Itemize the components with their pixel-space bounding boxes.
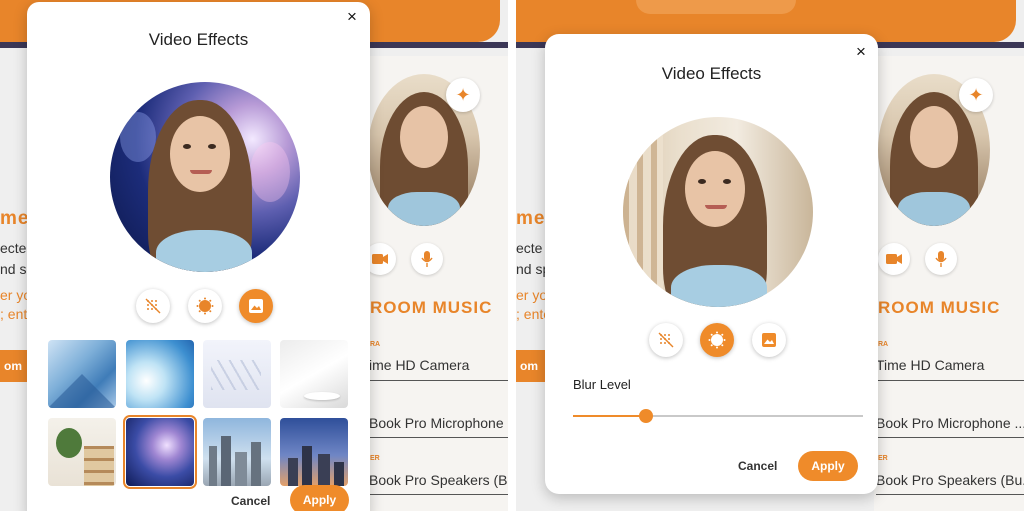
camera-select-value[interactable]: Time HD Camera: [876, 357, 984, 373]
cancel-button[interactable]: Cancel: [231, 494, 270, 508]
close-button[interactable]: ×: [342, 7, 362, 27]
sparkle-icon: ✦: [455, 85, 471, 105]
speaker-select-value[interactable]: Book Pro Speakers (Bu...: [369, 472, 508, 488]
background-thumbnail[interactable]: [126, 340, 194, 408]
microphone-select-value[interactable]: Book Pro Microphone ...: [876, 415, 1024, 431]
select-underline: [876, 380, 1024, 381]
sparkle-icon: ✦: [968, 85, 984, 105]
no-effect-button[interactable]: [649, 323, 683, 357]
select-underline: [369, 380, 508, 381]
section-title: ROOM MUSIC: [878, 298, 1001, 317]
video-effects-modal: Video Effects × Cancel Apply: [27, 2, 370, 511]
microphone-select-value[interactable]: Book Pro Microphone ...: [369, 415, 508, 431]
effect-preview: [110, 82, 300, 272]
microphone-icon: [421, 251, 433, 267]
no-effect-icon: [145, 298, 161, 314]
video-effects-modal: Video Effects × Blur Level Cancel Apply: [545, 34, 878, 494]
background-thumbnail[interactable]: [203, 340, 271, 408]
close-icon: ×: [347, 7, 357, 26]
video-effects-button[interactable]: ✦: [446, 78, 480, 112]
page-text-fragment: ecte: [0, 240, 27, 256]
close-button[interactable]: ×: [851, 42, 871, 62]
page-hint-fragment: ; ent: [0, 306, 28, 322]
microphone-toggle-button[interactable]: [925, 243, 957, 275]
select-underline: [876, 494, 1024, 495]
device-label: ER: [878, 455, 888, 462]
select-underline: [369, 494, 508, 495]
blur-effect-button[interactable]: [700, 323, 734, 357]
blur-level-thumb[interactable]: [638, 409, 653, 423]
modal-title: Video Effects: [148, 30, 249, 49]
device-label: ER: [370, 455, 380, 462]
right-screenshot-panel: me ecte nd sp er yo ; ente om ✦ ROOM MUS…: [516, 0, 1024, 511]
apply-button[interactable]: Apply: [798, 451, 858, 481]
camera-toggle-button[interactable]: [878, 243, 910, 275]
select-underline: [369, 437, 508, 438]
apply-button[interactable]: Apply: [290, 485, 349, 511]
no-effect-icon: [658, 332, 674, 348]
image-icon: [249, 299, 263, 313]
page-heading-fragment: me: [516, 208, 546, 229]
background-thumbnail[interactable]: [280, 340, 348, 408]
video-camera-icon: [372, 254, 388, 264]
speaker-select-value[interactable]: Book Pro Speakers (Bu...: [876, 472, 1024, 488]
image-icon: [762, 333, 776, 347]
microphone-toggle-button[interactable]: [411, 243, 443, 275]
effect-preview: [623, 117, 813, 307]
background-thumbnail-selected[interactable]: [123, 415, 197, 489]
video-camera-icon: [886, 254, 902, 264]
page-hint-fragment: er yo: [516, 287, 548, 303]
blur-icon: [708, 331, 726, 349]
section-title: ROOM MUSIC: [370, 298, 493, 317]
background-effect-button[interactable]: [239, 289, 273, 323]
cancel-button[interactable]: Cancel: [738, 459, 777, 473]
panel-divider: [508, 0, 516, 511]
blur-level-slider[interactable]: [573, 409, 863, 423]
blur-icon: [196, 297, 214, 315]
background-thumbnail[interactable]: [280, 418, 348, 486]
device-label: RA: [370, 341, 381, 348]
background-thumbnail[interactable]: [48, 418, 116, 486]
microphone-icon: [935, 251, 947, 267]
blur-level-label: Blur Level: [573, 377, 631, 392]
device-label: RA: [878, 341, 889, 348]
left-screenshot-panel: me ecte nd s er yo ; ent om ✦ ROOM MUSIC…: [0, 0, 508, 511]
blur-effect-button[interactable]: [188, 289, 222, 323]
background-thumbnail[interactable]: [203, 418, 271, 486]
no-effect-button[interactable]: [136, 289, 170, 323]
camera-select-value[interactable]: ime HD Camera: [369, 357, 469, 373]
background-thumbnail[interactable]: [48, 340, 116, 408]
blur-level-fill: [573, 415, 646, 417]
video-effects-button[interactable]: ✦: [959, 78, 993, 112]
modal-title: Video Effects: [661, 64, 762, 83]
header-pill: [636, 0, 796, 14]
page-text-fragment: ecte: [516, 240, 543, 256]
select-underline: [876, 437, 1024, 438]
background-effect-button[interactable]: [752, 323, 786, 357]
close-icon: ×: [856, 42, 866, 61]
page-heading-fragment: me: [0, 208, 30, 229]
page-text-fragment: nd s: [0, 261, 27, 277]
